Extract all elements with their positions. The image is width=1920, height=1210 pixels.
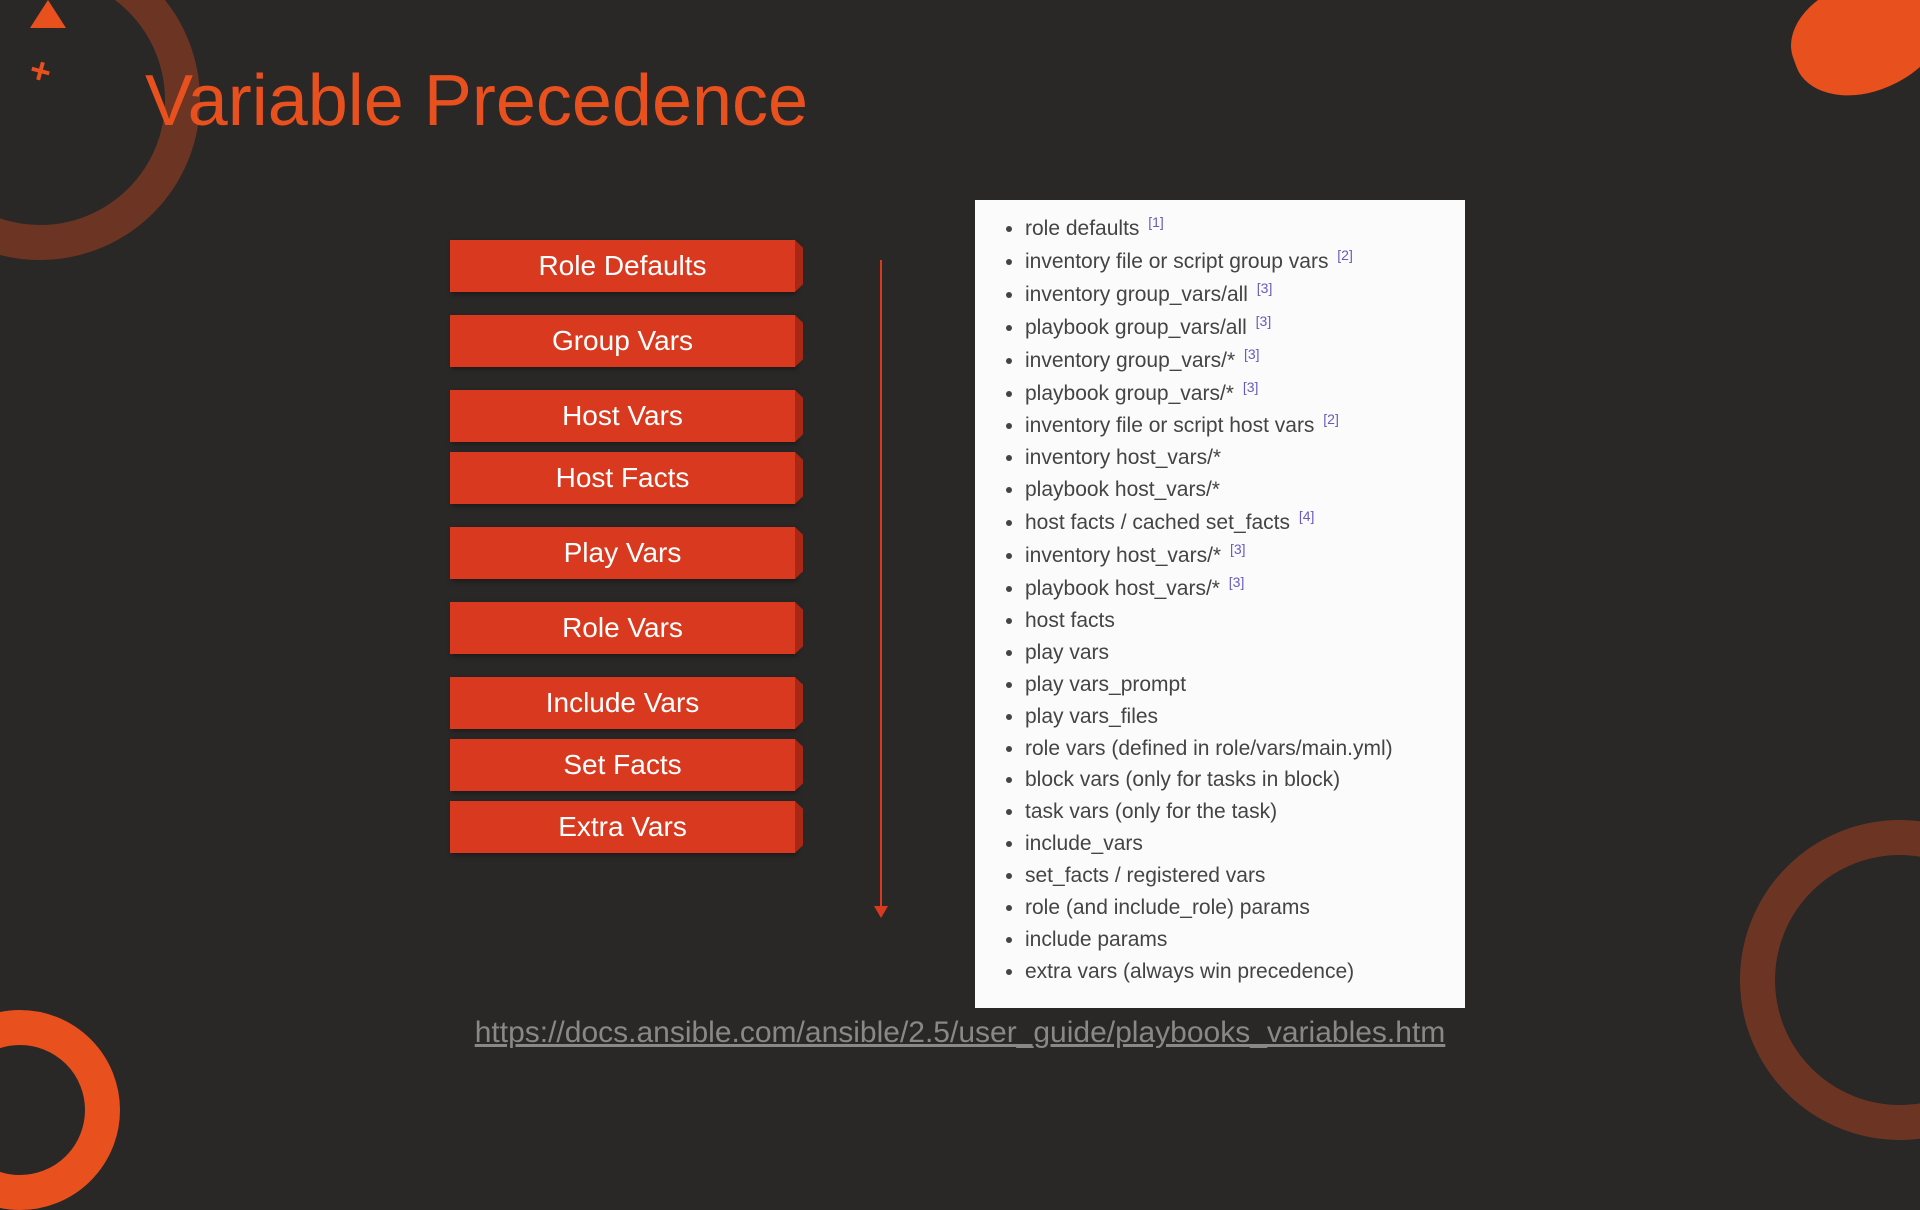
box-host-facts: Host Facts (450, 452, 795, 504)
list-item: include params (1025, 924, 1440, 956)
precedence-boxes: Role Defaults Group Vars Host Vars Host … (450, 240, 795, 853)
box-host-vars: Host Vars (450, 390, 795, 442)
list-item-text: playbook host_vars/* (1025, 577, 1226, 600)
box-label: Include Vars (546, 687, 700, 719)
list-item-text: set_facts / registered vars (1025, 864, 1265, 887)
list-item: include_vars (1025, 828, 1440, 860)
precedence-list: role defaults [1]inventory file or scrip… (1000, 212, 1440, 988)
list-item-text: playbook group_vars/all (1025, 316, 1253, 339)
list-item-text: inventory file or script group vars (1025, 250, 1334, 273)
footnote-ref: [4] (1299, 508, 1315, 524)
box-play-vars: Play Vars (450, 527, 795, 579)
box-group-vars: Group Vars (450, 315, 795, 367)
list-item: inventory file or script host vars [2] (1025, 409, 1440, 442)
footnote-ref: [3] (1243, 379, 1259, 395)
list-item-text: host facts / cached set_facts (1025, 511, 1296, 534)
list-item: role vars (defined in role/vars/main.yml… (1025, 733, 1440, 765)
list-item-text: host facts (1025, 609, 1115, 632)
list-item: playbook group_vars/all [3] (1025, 311, 1440, 344)
list-item-text: role defaults (1025, 217, 1145, 240)
box-label: Extra Vars (558, 811, 687, 843)
list-item-text: inventory group_vars/* (1025, 349, 1241, 372)
box-role-defaults: Role Defaults (450, 240, 795, 292)
list-item: inventory host_vars/* [3] (1025, 539, 1440, 572)
list-item: task vars (only for the task) (1025, 796, 1440, 828)
decorative-circle-bottom (0, 1010, 120, 1210)
box-set-facts: Set Facts (450, 739, 795, 791)
list-item-text: role vars (defined in role/vars/main.yml… (1025, 737, 1393, 760)
list-item: inventory group_vars/all [3] (1025, 278, 1440, 311)
decorative-triangle-icon (30, 0, 66, 28)
list-item: host facts (1025, 605, 1440, 637)
footnote-ref: [2] (1323, 411, 1339, 427)
footnote-ref: [1] (1148, 214, 1164, 230)
list-item: role (and include_role) params (1025, 892, 1440, 924)
list-item: extra vars (always win precedence) (1025, 956, 1440, 988)
docs-link[interactable]: https://docs.ansible.com/ansible/2.5/use… (475, 1016, 1446, 1050)
list-item: play vars_prompt (1025, 669, 1440, 701)
page-title: Variable Precedence (145, 60, 808, 142)
list-item-text: extra vars (always win precedence) (1025, 960, 1354, 983)
list-item-text: inventory host_vars/* (1025, 544, 1227, 567)
list-item-text: include_vars (1025, 832, 1143, 855)
list-item: playbook host_vars/* [3] (1025, 572, 1440, 605)
footnote-ref: [3] (1256, 313, 1272, 329)
precedence-list-panel: role defaults [1]inventory file or scrip… (975, 200, 1465, 1008)
list-item-text: inventory group_vars/all (1025, 283, 1254, 306)
decorative-circle-right (1740, 820, 1920, 1140)
footnote-ref: [3] (1230, 541, 1246, 557)
list-item: inventory file or script group vars [2] (1025, 245, 1440, 278)
list-item-text: playbook host_vars/* (1025, 478, 1220, 501)
list-item-text: task vars (only for the task) (1025, 800, 1277, 823)
footnote-ref: [2] (1337, 247, 1353, 263)
box-label: Play Vars (564, 537, 682, 569)
box-include-vars: Include Vars (450, 677, 795, 729)
list-item-text: inventory file or script host vars (1025, 414, 1320, 437)
list-item: inventory host_vars/* (1025, 442, 1440, 474)
box-label: Role Defaults (538, 250, 706, 282)
box-label: Host Facts (556, 462, 690, 494)
list-item-text: play vars (1025, 641, 1109, 664)
list-item: play vars_files (1025, 701, 1440, 733)
list-item-text: include params (1025, 928, 1167, 951)
list-item-text: role (and include_role) params (1025, 896, 1310, 919)
list-item-text: play vars_files (1025, 705, 1158, 728)
list-item: play vars (1025, 637, 1440, 669)
list-item-text: play vars_prompt (1025, 673, 1186, 696)
list-item: playbook host_vars/* (1025, 474, 1440, 506)
box-extra-vars: Extra Vars (450, 801, 795, 853)
box-label: Group Vars (552, 325, 693, 357)
list-item: playbook group_vars/* [3] (1025, 377, 1440, 410)
list-item-text: playbook group_vars/* (1025, 382, 1240, 405)
decorative-blob-icon (1776, 0, 1920, 114)
box-label: Host Vars (562, 400, 683, 432)
list-item: host facts / cached set_facts [4] (1025, 506, 1440, 539)
box-role-vars: Role Vars (450, 602, 795, 654)
list-item-text: block vars (only for tasks in block) (1025, 768, 1340, 791)
precedence-arrow-icon (880, 260, 882, 910)
list-item: role defaults [1] (1025, 212, 1440, 245)
list-item-text: inventory host_vars/* (1025, 446, 1221, 469)
footnote-ref: [3] (1229, 574, 1245, 590)
footnote-ref: [3] (1257, 280, 1273, 296)
list-item: set_facts / registered vars (1025, 860, 1440, 892)
footnote-ref: [3] (1244, 346, 1260, 362)
list-item: block vars (only for tasks in block) (1025, 764, 1440, 796)
box-label: Set Facts (563, 749, 681, 781)
list-item: inventory group_vars/* [3] (1025, 344, 1440, 377)
box-label: Role Vars (562, 612, 683, 644)
